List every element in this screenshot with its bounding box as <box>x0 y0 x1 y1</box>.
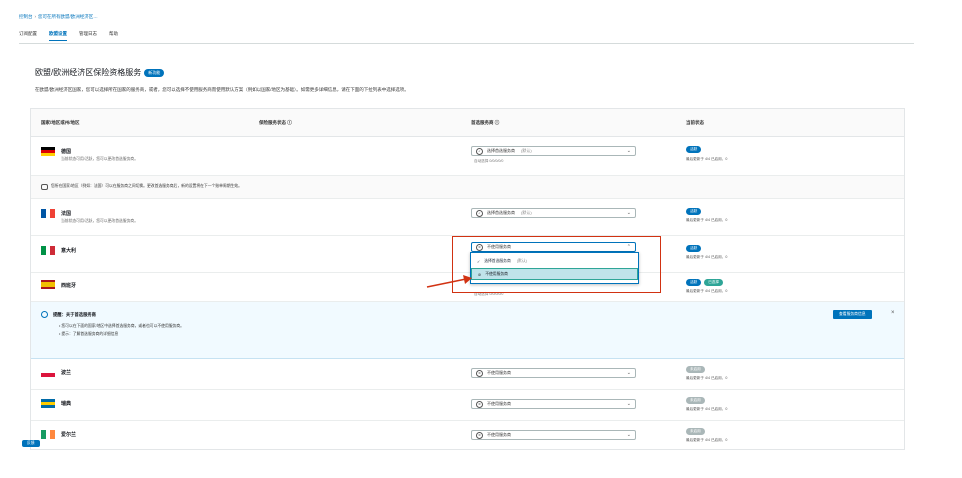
provider-select[interactable]: ✓ 选择首选服务商 (默认) ⌄ <box>471 208 636 218</box>
page-title-text: 欧盟/欧洲经济区保险资格服务 <box>35 68 142 77</box>
pointer-arrow-icon <box>426 275 472 288</box>
tab-logs[interactable]: 管理日志 <box>79 31 97 41</box>
close-icon[interactable]: × <box>891 310 895 316</box>
table-row-ireland: 爱尔兰 ⊘ 不使用服务商 ⌄ 未启用 最后更新于 4/4 已启用，0 <box>31 421 904 449</box>
select-note: 自动选择 0/0/0/0/0 <box>474 159 504 163</box>
germany-flag-icon <box>41 147 55 156</box>
chevron-down-icon: ⌄ <box>626 432 631 438</box>
breadcrumb-current: 您可在所有欧盟/欧洲经济区… <box>38 14 98 19</box>
table-row-germany: 德国 当前状态可用/活跃，您可以更改首选服务商。 ✓ 选择首选服务商 (默认) ⌄… <box>31 137 904 176</box>
tab-divider <box>19 43 914 44</box>
provider-select[interactable]: ✓ 选择首选服务商 (默认) ⌄ <box>471 146 636 156</box>
country-name: 瑞典 <box>61 401 72 407</box>
header-country: 国家/地区或州/地区 <box>41 120 80 125</box>
country-name: 西班牙 <box>61 283 77 289</box>
table-row-sweden: 瑞典 ⊘ 不使用服务商 ⌄ 未启用 最后更新于 4/4 已启用，0 <box>31 390 904 421</box>
breadcrumb: 控制台 › 您可在所有欧盟/欧洲经济区… <box>19 14 98 19</box>
status-badge: 活跃 <box>686 208 702 215</box>
info-circle-icon <box>41 311 48 318</box>
chevron-down-icon: ⌄ <box>626 370 631 376</box>
no-provider-icon: ⊘ <box>476 431 483 439</box>
info-line-2[interactable]: • 提示：了解首选服务商的详细信息 <box>59 332 118 337</box>
status-badges: 活跃 已选择 <box>686 279 723 286</box>
provider-select[interactable]: ⊘ 不使用服务商 ⌄ <box>471 430 636 440</box>
italy-flag-icon <box>41 246 56 255</box>
chevron-down-icon: ⌄ <box>626 148 631 154</box>
status-badge: 活跃 <box>686 279 702 286</box>
info-alert: 提醒：关于首选服务商 • 您可以在下面的国家/地区中选择首选服务商，或者也可以不… <box>31 302 904 359</box>
header-status: 保险服务状态 ⓘ <box>259 120 292 125</box>
country-name: 波兰 <box>61 370 72 376</box>
provider-select[interactable]: ⊘ 不使用服务商 ⌄ <box>471 368 636 378</box>
status-note: 最后更新于 4/4 已启用，0 <box>686 255 728 259</box>
header-current: 当前状态 <box>686 120 704 125</box>
status-badge-selected: 已选择 <box>704 279 723 286</box>
info-icon[interactable]: ⓘ <box>287 120 292 125</box>
info-line-1: • 您可以在下面的国家/地区中选择首选服务商，或者也可以不使用服务商。 <box>59 324 184 328</box>
status-badge: 活跃 <box>686 245 702 252</box>
view-provider-button[interactable]: 查看服务商信息 <box>833 310 872 319</box>
poland-flag-icon <box>41 368 55 377</box>
status-badges: 活跃 <box>686 146 702 153</box>
info-icon[interactable]: ⓘ <box>495 120 500 125</box>
status-note: 最后更新于 4/4 已启用，0 <box>686 289 728 293</box>
info-title: 提醒：关于首选服务商 <box>53 312 96 317</box>
tab-help[interactable]: 帮助 <box>109 31 118 41</box>
chevron-down-icon: ⌄ <box>626 210 631 216</box>
status-note: 最后更新于 4/4 已启用，0 <box>686 438 728 442</box>
status-note: 最后更新于 4/4 已启用，0 <box>686 376 728 380</box>
no-provider-icon: ⊘ <box>476 400 483 408</box>
chevron-down-icon: ⌄ <box>626 401 631 407</box>
status-badge: 活跃 <box>686 146 702 153</box>
status-note: 最后更新于 4/4 已启用，0 <box>686 218 728 222</box>
table-row-poland: 波兰 ⊘ 不使用服务商 ⌄ 未启用 最后更新于 4/4 已启用，0 <box>31 359 904 390</box>
status-badges: 活跃 <box>686 208 702 215</box>
status-badges: 活跃 <box>686 245 702 252</box>
spain-flag-icon <box>41 280 55 289</box>
country-sub: 当前状态可用/活跃，您可以更改首选服务商。 <box>61 219 138 223</box>
status-badge: 未启用 <box>686 428 705 435</box>
highlight-box <box>452 236 661 293</box>
ireland-flag-icon <box>41 430 56 439</box>
status-badges: 未启用 <box>686 428 705 435</box>
status-badge: 未启用 <box>686 366 705 373</box>
country-name: 意大利 <box>61 248 77 254</box>
country-name: 德国 <box>61 149 72 155</box>
shield-icon: ✓ <box>476 209 483 217</box>
feedback-badge[interactable]: 反馈 <box>22 440 40 447</box>
page-title: 欧盟/欧洲经济区保险资格服务 新功能 <box>35 67 165 78</box>
status-note: 最后更新于 4/4 已启用，0 <box>686 157 728 161</box>
status-note: 最后更新于 4/4 已启用，0 <box>686 407 728 411</box>
tab-subscription[interactable]: 订阅配置 <box>19 31 37 41</box>
breadcrumb-root[interactable]: 控制台 <box>19 14 33 19</box>
tab-bar: 订阅配置 欧盟设置 管理日志 帮助 <box>19 31 118 41</box>
table-row-france: 法国 当前状态可用/活跃，您可以更改首选服务商。 ✓ 选择首选服务商 (默认) ⌄… <box>31 199 904 236</box>
status-badges: 未启用 <box>686 397 705 404</box>
country-sub: 当前状态可用/活跃，您可以更改首选服务商。 <box>61 157 138 161</box>
notice-text: 您所在国家/地区（例如：法国）可以在服务商之间切换。更改首选服务商后，新的设置将… <box>51 184 242 188</box>
status-badges: 未启用 <box>686 366 705 373</box>
country-name: 爱尔兰 <box>61 432 77 438</box>
status-badge: 未启用 <box>686 397 705 404</box>
sweden-flag-icon <box>41 399 55 408</box>
france-flag-icon <box>41 209 56 218</box>
page-description: 在欧盟/欧洲经济区国家，您可以选择所在国家的服务商，或者，您可以选择不使用服务商… <box>35 87 409 92</box>
provider-select[interactable]: ⊘ 不使用服务商 ⌄ <box>471 399 636 409</box>
country-name: 法国 <box>61 211 72 217</box>
table-header: 国家/地区或州/地区 保险服务状态 ⓘ 首选服务商 ⓘ 当前状态 <box>31 109 904 137</box>
tab-eu-settings[interactable]: 欧盟设置 <box>49 31 67 41</box>
notice-row: 您所在国家/地区（例如：法国）可以在服务商之间切换。更改首选服务商后，新的设置将… <box>31 176 904 199</box>
toggle-icon[interactable] <box>41 184 48 190</box>
header-provider: 首选服务商 ⓘ <box>471 120 500 125</box>
new-badge: 新功能 <box>144 68 165 77</box>
shield-icon: ✓ <box>476 147 483 155</box>
no-provider-icon: ⊘ <box>476 369 483 377</box>
